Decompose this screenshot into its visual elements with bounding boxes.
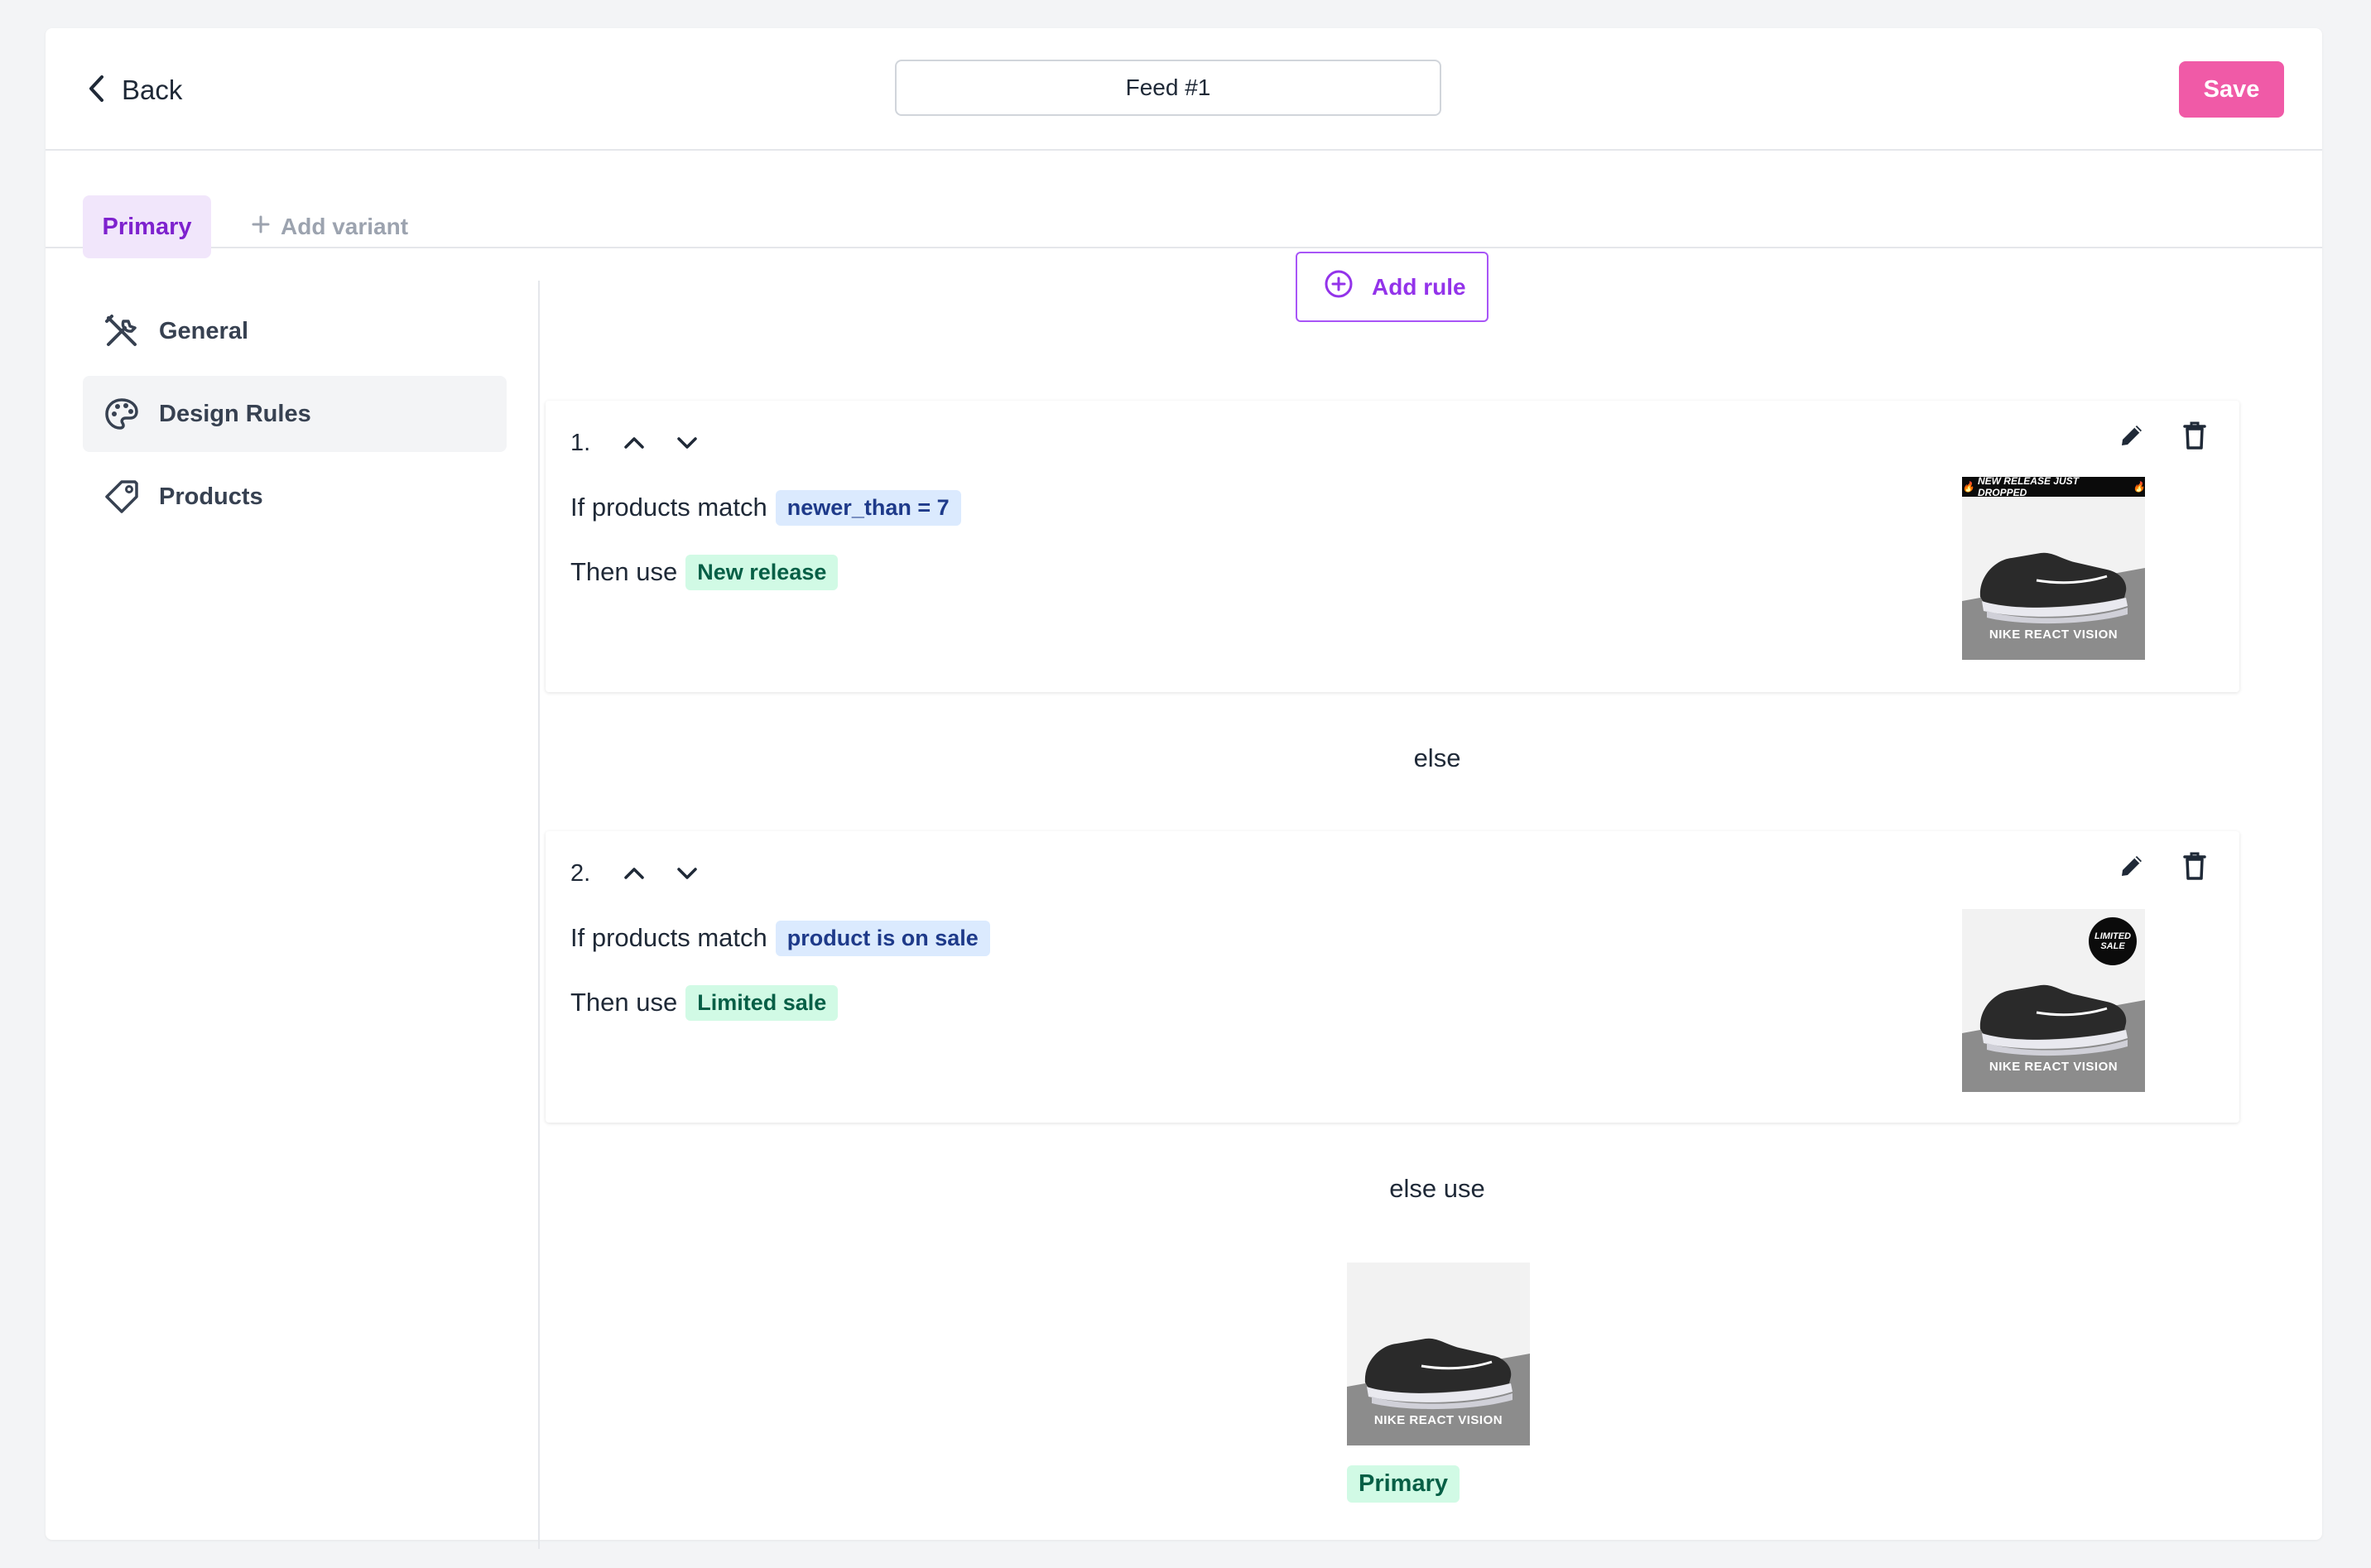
fire-icon: 🔥 <box>2133 481 2145 493</box>
feed-name-input[interactable] <box>895 60 1441 116</box>
default-template-chip-wrap: Primary <box>1347 1465 1460 1503</box>
tools-icon <box>103 312 141 350</box>
default-template-chip[interactable]: Primary <box>1347 1465 1460 1503</box>
edit-icon[interactable] <box>2115 849 2148 883</box>
sidebar-item-design-rules[interactable]: Design Rules <box>83 376 507 452</box>
rule-actions <box>2115 419 2211 452</box>
palette-icon <box>103 395 141 433</box>
header: Back Save <box>46 28 2322 151</box>
sidebar-item-products[interactable]: Products <box>83 459 507 535</box>
new-release-banner: 🔥 NEW RELEASE JUST DROPPED 🔥 <box>1962 477 2145 498</box>
plus-circle-icon <box>1324 269 1354 305</box>
trash-icon[interactable] <box>2178 849 2211 883</box>
trash-icon[interactable] <box>2178 419 2211 452</box>
rule-condition-line: If products match newer_than = 7 <box>570 488 961 527</box>
rule-template-line: Then use Limited sale <box>570 984 839 1022</box>
variant-tab-primary[interactable]: Primary <box>83 195 211 258</box>
rule-condition-line: If products match product is on sale <box>570 919 990 957</box>
sidebar-item-general[interactable]: General <box>83 293 507 369</box>
template-preview-image: LIMITED SALE NIKE REACT VISION <box>1962 909 2145 1092</box>
variant-bar: Primary Add variant <box>46 151 2322 258</box>
product-caption: NIKE REACT VISION <box>1373 1413 1503 1427</box>
move-up-icon[interactable] <box>620 429 648 457</box>
sidebar: General Design Rules Products <box>83 293 507 541</box>
rule-card: 1. If products match newer_than = 7 Then… <box>546 401 2239 692</box>
add-variant-button[interactable]: Add variant <box>251 195 408 258</box>
default-template-preview: NIKE REACT VISION <box>1347 1263 1530 1445</box>
template-preview-image: 🔥 NEW RELEASE JUST DROPPED 🔥 NIKE REACT … <box>1962 477 2145 660</box>
move-down-icon[interactable] <box>673 429 701 457</box>
template-chip[interactable]: New release <box>685 554 839 590</box>
rule-number: 2. <box>570 859 591 887</box>
fire-icon: 🔥 <box>1962 481 1974 493</box>
chevron-left-icon <box>87 75 105 107</box>
rule-card: 2. If products match product is on sale … <box>546 831 2239 1123</box>
editor-panel: Back Save Primary Add variant Genera <box>46 28 2322 1549</box>
move-up-icon[interactable] <box>620 859 648 887</box>
sidebar-item-label: General <box>159 317 248 344</box>
else-use-label: else use <box>1389 1174 1485 1203</box>
else-label: else <box>1413 743 1461 772</box>
add-variant-label: Add variant <box>281 214 409 239</box>
add-rule-label: Add rule <box>1372 273 1466 300</box>
back-label: Back <box>122 75 183 105</box>
then-label: Then use <box>570 557 678 586</box>
rule-header: 2. <box>570 853 701 894</box>
add-rule-button[interactable]: Add rule <box>1296 252 1488 322</box>
plus-icon <box>251 214 271 240</box>
product-caption: NIKE REACT VISION <box>1989 1060 2119 1074</box>
condition-chip[interactable]: newer_than = 7 <box>775 489 961 526</box>
rule-number: 1. <box>570 429 591 456</box>
limited-sale-badge: LIMITED SALE <box>2089 917 2137 965</box>
move-down-icon[interactable] <box>673 859 701 887</box>
save-button[interactable]: Save <box>2179 61 2284 118</box>
tag-icon <box>103 478 141 516</box>
if-label: If products match <box>570 923 767 952</box>
template-chip[interactable]: Limited sale <box>685 984 839 1021</box>
rule-actions <box>2115 849 2211 883</box>
sidebar-divider <box>538 281 540 1549</box>
edit-icon[interactable] <box>2115 419 2148 452</box>
banner-text: NEW RELEASE JUST DROPPED <box>1977 477 2079 498</box>
if-label: If products match <box>570 493 767 522</box>
sidebar-item-label: Design Rules <box>159 400 311 427</box>
back-button[interactable]: Back <box>87 70 182 111</box>
product-caption: NIKE REACT VISION <box>1989 628 2119 642</box>
sidebar-item-label: Products <box>159 483 263 510</box>
rule-header: 1. <box>570 422 701 464</box>
rule-template-line: Then use New release <box>570 553 839 591</box>
condition-chip[interactable]: product is on sale <box>775 920 990 956</box>
then-label: Then use <box>570 988 678 1017</box>
